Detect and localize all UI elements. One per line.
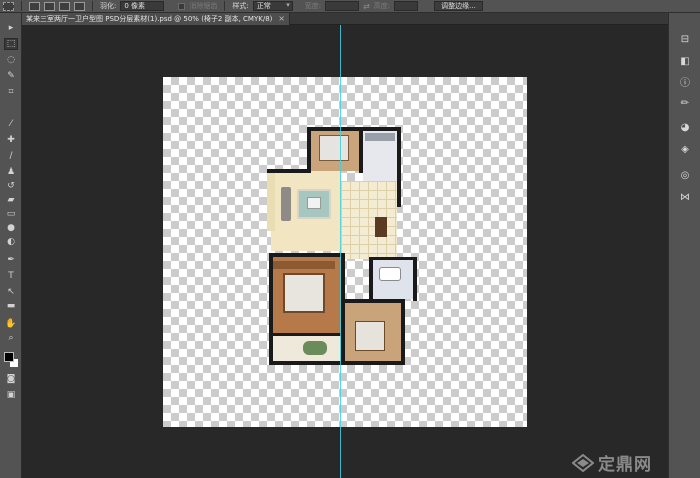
info-panel-icon[interactable]: ⓘ bbox=[678, 75, 692, 89]
width-input[interactable] bbox=[325, 1, 360, 11]
screen-mode-icon[interactable]: ▣ bbox=[4, 389, 18, 401]
close-icon[interactable]: × bbox=[278, 13, 285, 25]
path-select-tool-icon[interactable]: ↖ bbox=[4, 286, 18, 298]
balcony-left bbox=[267, 173, 275, 231]
watermark: 定鼎网 bbox=[572, 450, 652, 475]
history-panel-icon[interactable]: ⊟ bbox=[678, 33, 692, 45]
add-to-selection-icon[interactable] bbox=[44, 1, 55, 11]
wall bbox=[267, 169, 311, 173]
document-tab[interactable]: 某来三室两厅一卫户型图 PSD分层素材(1).psd @ 50% (椅子2 副本… bbox=[22, 13, 290, 25]
color-panel-icon[interactable]: ◕ bbox=[678, 121, 692, 133]
floor-tiles bbox=[341, 181, 397, 259]
hand-tool-icon[interactable]: ✋ bbox=[4, 318, 18, 330]
style-select[interactable]: 正常 bbox=[252, 1, 293, 11]
sofa bbox=[281, 187, 291, 221]
wall bbox=[269, 253, 345, 257]
paths-panel-icon[interactable]: ⋈ bbox=[678, 191, 692, 203]
feather-label: 羽化: bbox=[100, 2, 117, 10]
marquee-tool-icon[interactable]: ⬚ bbox=[4, 38, 18, 50]
wall bbox=[269, 361, 405, 365]
eyedropper-tool-icon[interactable]: ⁄ bbox=[4, 118, 18, 130]
wall bbox=[343, 299, 405, 303]
document-canvas[interactable] bbox=[163, 77, 527, 427]
rectangle-tool-icon[interactable]: ▬ bbox=[4, 300, 18, 312]
master-bed bbox=[283, 273, 325, 313]
feather-input[interactable]: 0 像素 bbox=[120, 1, 165, 11]
coffee-table bbox=[307, 197, 321, 209]
wall bbox=[269, 253, 273, 365]
intersect-selection-icon[interactable] bbox=[74, 1, 85, 11]
panel-dock: ⊟ ◧ ⓘ ✏ ◕ ◈ ◎ ⋈ bbox=[668, 13, 700, 478]
history-brush-tool-icon[interactable]: ↺ bbox=[4, 180, 18, 192]
wall bbox=[397, 127, 401, 207]
healing-brush-tool-icon[interactable]: ✚ bbox=[4, 134, 18, 146]
wall bbox=[413, 257, 417, 301]
height-input[interactable] bbox=[394, 1, 419, 11]
width-label: 宽度: bbox=[304, 2, 322, 10]
new-selection-icon[interactable] bbox=[29, 1, 40, 11]
foreground-color-swatch[interactable] bbox=[4, 352, 14, 362]
brush-panel-icon[interactable]: ✏ bbox=[678, 97, 692, 109]
quick-select-tool-icon[interactable]: ✎ bbox=[4, 70, 18, 82]
quick-mask-icon[interactable]: ◙ bbox=[4, 373, 18, 385]
bed-bottom bbox=[355, 321, 385, 351]
clone-stamp-tool-icon[interactable]: ♟ bbox=[4, 166, 18, 178]
layers-panel-icon[interactable]: ◈ bbox=[678, 143, 692, 155]
style-label: 样式: bbox=[232, 2, 249, 10]
divider bbox=[92, 1, 93, 11]
wall bbox=[401, 299, 405, 365]
wall bbox=[307, 127, 401, 131]
options-bar: 羽化: 0 像素 消除锯齿 样式: 正常 宽度: ⇄ 高度: 调整边缘... bbox=[0, 0, 700, 13]
wall bbox=[369, 257, 373, 301]
antialias-checkbox[interactable] bbox=[178, 2, 186, 10]
canvas-workspace[interactable] bbox=[22, 25, 668, 478]
toolbar: ◙ ▣ ▸ ⬚ ◌ ✎ ⌗ ⁄ ✚ ∕ ♟ ↺ ▰ ▭ ● ◐ ✒ T ↖ ▬ ✋ ⌕ bbox=[0, 13, 22, 478]
logo-icon bbox=[572, 453, 594, 472]
wall bbox=[307, 127, 311, 173]
crop-tool-icon[interactable]: ⌗ bbox=[4, 86, 18, 98]
dining-table bbox=[375, 217, 387, 237]
kitchen-counter bbox=[365, 133, 395, 141]
blur-tool-icon[interactable]: ● bbox=[4, 222, 18, 234]
eraser-tool-icon[interactable]: ▰ bbox=[4, 194, 18, 206]
bathtub bbox=[379, 267, 401, 281]
marquee-preset-icon[interactable] bbox=[3, 1, 14, 11]
plants bbox=[303, 341, 327, 355]
wall bbox=[369, 257, 417, 260]
swap-icon[interactable]: ⇄ bbox=[363, 2, 370, 11]
document-tab-bar: 某来三室两厅一卫户型图 PSD分层素材(1).psd @ 50% (椅子2 副本… bbox=[22, 13, 668, 25]
height-label: 高度: bbox=[373, 2, 391, 10]
channels-panel-icon[interactable]: ◎ bbox=[678, 169, 692, 181]
wall bbox=[269, 333, 345, 336]
divider bbox=[21, 1, 22, 11]
wall bbox=[341, 253, 345, 365]
divider bbox=[224, 1, 226, 11]
lasso-tool-icon[interactable]: ◌ bbox=[4, 54, 18, 66]
brush-tool-icon[interactable]: ∕ bbox=[4, 150, 18, 162]
gradient-tool-icon[interactable]: ▭ bbox=[4, 208, 18, 220]
bed-top bbox=[319, 135, 349, 161]
watermark-text: 定鼎网 bbox=[598, 455, 652, 475]
zoom-tool-icon[interactable]: ⌕ bbox=[4, 332, 18, 344]
pen-tool-icon[interactable]: ✒ bbox=[4, 254, 18, 266]
subtract-from-selection-icon[interactable] bbox=[59, 1, 70, 11]
wall bbox=[359, 127, 363, 173]
wardrobe bbox=[273, 261, 335, 269]
document-tab-title: 某来三室两厅一卫户型图 PSD分层素材(1).psd @ 50% (椅子2 副本… bbox=[26, 15, 273, 23]
adjustments-panel-icon[interactable]: ◧ bbox=[678, 55, 692, 67]
floor-plan-image bbox=[267, 125, 427, 365]
dodge-tool-icon[interactable]: ◐ bbox=[4, 236, 18, 248]
antialias-label: 消除锯齿 bbox=[189, 2, 218, 10]
move-tool-icon[interactable]: ▸ bbox=[4, 22, 18, 34]
type-tool-icon[interactable]: T bbox=[4, 270, 18, 282]
refine-edge-button[interactable]: 调整边缘... bbox=[434, 1, 483, 11]
vertical-guide-line[interactable] bbox=[340, 25, 341, 478]
